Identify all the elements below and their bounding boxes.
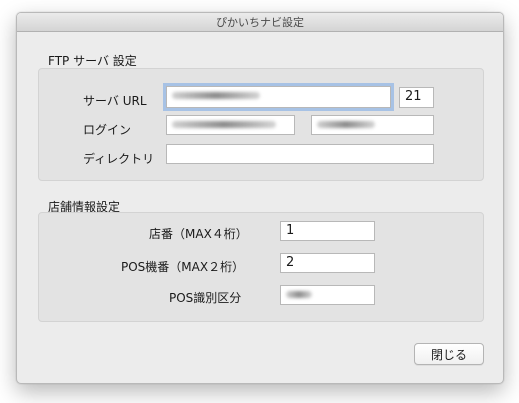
title-bar: ぴかいちナビ設定 xyxy=(17,13,503,32)
settings-window: ぴかいちナビ設定 FTP サーバ 設定 サーバ URL 21 ログイン ディレク… xyxy=(16,12,504,384)
login-label: ログイン xyxy=(83,123,132,137)
directory-label: ディレクトリ xyxy=(83,152,155,166)
window-title: ぴかいちナビ設定 xyxy=(216,16,304,29)
store-no-label: 店番（MAX４桁） xyxy=(149,227,248,241)
port-input[interactable]: 21 xyxy=(399,87,434,108)
directory-input[interactable] xyxy=(166,144,434,164)
pos-no-input[interactable]: 2 xyxy=(280,253,375,273)
ftp-settings-group: サーバ URL 21 ログイン ディレクトリ xyxy=(38,68,484,181)
close-button[interactable]: 閉じる xyxy=(414,343,484,365)
redacted-login-password xyxy=(317,121,375,128)
redacted-server-url xyxy=(172,92,260,99)
pos-id-input[interactable] xyxy=(280,285,375,305)
pos-no-label: POS機番（MAX２桁） xyxy=(121,260,245,274)
redacted-pos-id xyxy=(286,291,312,298)
store-no-input[interactable]: 1 xyxy=(280,221,375,241)
login-password-input[interactable] xyxy=(311,115,434,135)
login-user-input[interactable] xyxy=(166,115,295,135)
redacted-login-user xyxy=(172,121,276,128)
ftp-section-title: FTP サーバ 設定 xyxy=(48,54,137,68)
server-url-label: サーバ URL xyxy=(83,94,147,108)
store-settings-group: 店番（MAX４桁） 1 POS機番（MAX２桁） 2 POS識別区分 xyxy=(38,212,484,322)
server-url-input[interactable] xyxy=(166,86,391,108)
pos-id-label: POS識別区分 xyxy=(169,291,242,305)
